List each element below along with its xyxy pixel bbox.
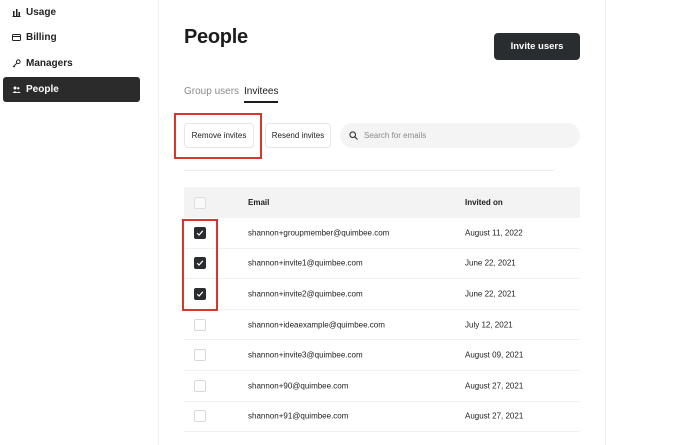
divider bbox=[184, 170, 554, 171]
checkmark-icon bbox=[196, 291, 204, 297]
sidebar-item-label: Managers bbox=[26, 58, 73, 69]
table-row: shannon+91@quimbee.com August 27, 2021 bbox=[184, 402, 580, 433]
sidebar-item-usage[interactable]: Usage bbox=[3, 0, 140, 25]
table-row: shannon+groupmember@quimbee.com August 1… bbox=[184, 218, 580, 249]
tab-invitees[interactable]: Invitees bbox=[244, 86, 279, 103]
row-checkbox[interactable] bbox=[194, 379, 206, 392]
page-title: People bbox=[184, 26, 248, 48]
select-all-checkbox[interactable] bbox=[194, 196, 206, 209]
remove-invites-button[interactable]: Remove invites bbox=[184, 123, 254, 148]
column-header-invited-on: Invited on bbox=[465, 198, 503, 207]
table-row: shannon+ideaexample@quimbee.com July 12,… bbox=[184, 310, 580, 341]
row-checkbox[interactable] bbox=[194, 257, 206, 270]
sidebar-item-billing[interactable]: Billing bbox=[3, 25, 140, 50]
row-checkbox[interactable] bbox=[194, 349, 206, 362]
resend-invites-button[interactable]: Resend invites bbox=[265, 123, 331, 148]
invited-on-cell: August 11, 2022 bbox=[465, 228, 523, 238]
table-row: shannon+90@quimbee.com August 27, 2021 bbox=[184, 371, 580, 402]
search-icon bbox=[349, 127, 358, 145]
sidebar-item-label: Billing bbox=[26, 32, 57, 43]
invite-users-button[interactable]: Invite users bbox=[494, 33, 580, 60]
invited-on-cell: June 22, 2021 bbox=[465, 289, 516, 299]
invited-on-cell: July 12, 2021 bbox=[465, 320, 513, 330]
email-cell: shannon+invite2@quimbee.com bbox=[248, 289, 363, 299]
key-icon bbox=[12, 59, 21, 68]
invited-on-cell: August 27, 2021 bbox=[465, 411, 524, 421]
people-icon bbox=[12, 85, 21, 94]
email-cell: shannon+invite3@quimbee.com bbox=[248, 350, 363, 360]
table-header: Email Invited on bbox=[184, 187, 580, 218]
app: Usage Billing Managers People People Inv… bbox=[0, 0, 688, 445]
credit-card-icon bbox=[12, 33, 21, 42]
email-cell: shannon+90@quimbee.com bbox=[248, 381, 349, 391]
email-cell: shannon+ideaexample@quimbee.com bbox=[248, 320, 385, 330]
checkmark-icon bbox=[196, 260, 204, 267]
table-row: shannon+invite2@quimbee.com June 22, 202… bbox=[184, 279, 580, 310]
column-header-email: Email bbox=[248, 198, 270, 207]
invited-on-cell: August 27, 2021 bbox=[465, 381, 524, 391]
tab-group-users[interactable]: Group users bbox=[184, 86, 239, 101]
invitees-table: Email Invited on shannon+groupmember@qui… bbox=[184, 187, 580, 433]
row-checkbox[interactable] bbox=[194, 318, 206, 331]
checkmark-icon bbox=[196, 230, 204, 236]
table-row: shannon+invite1@quimbee.com June 22, 202… bbox=[184, 249, 580, 280]
search-box bbox=[340, 123, 580, 148]
search-input[interactable] bbox=[364, 131, 564, 140]
sidebar: Usage Billing Managers People bbox=[0, 0, 158, 445]
row-checkbox[interactable] bbox=[194, 226, 206, 239]
email-cell: shannon+invite1@quimbee.com bbox=[248, 258, 363, 268]
email-cell: shannon+91@quimbee.com bbox=[248, 411, 349, 421]
sidebar-item-managers[interactable]: Managers bbox=[3, 51, 140, 76]
email-cell: shannon+groupmember@quimbee.com bbox=[248, 228, 390, 238]
row-checkbox[interactable] bbox=[194, 287, 206, 300]
invited-on-cell: August 09, 2021 bbox=[465, 350, 524, 360]
sidebar-item-label: People bbox=[26, 84, 59, 95]
sidebar-item-label: Usage bbox=[26, 7, 57, 18]
invited-on-cell: June 22, 2021 bbox=[465, 258, 516, 268]
bar-chart-icon bbox=[12, 8, 21, 17]
table-row: shannon+invite3@quimbee.com August 09, 2… bbox=[184, 340, 580, 371]
main-panel: People Invite users Group users Invitees… bbox=[158, 0, 606, 445]
row-checkbox[interactable] bbox=[194, 410, 206, 423]
sidebar-item-people[interactable]: People bbox=[3, 77, 140, 102]
